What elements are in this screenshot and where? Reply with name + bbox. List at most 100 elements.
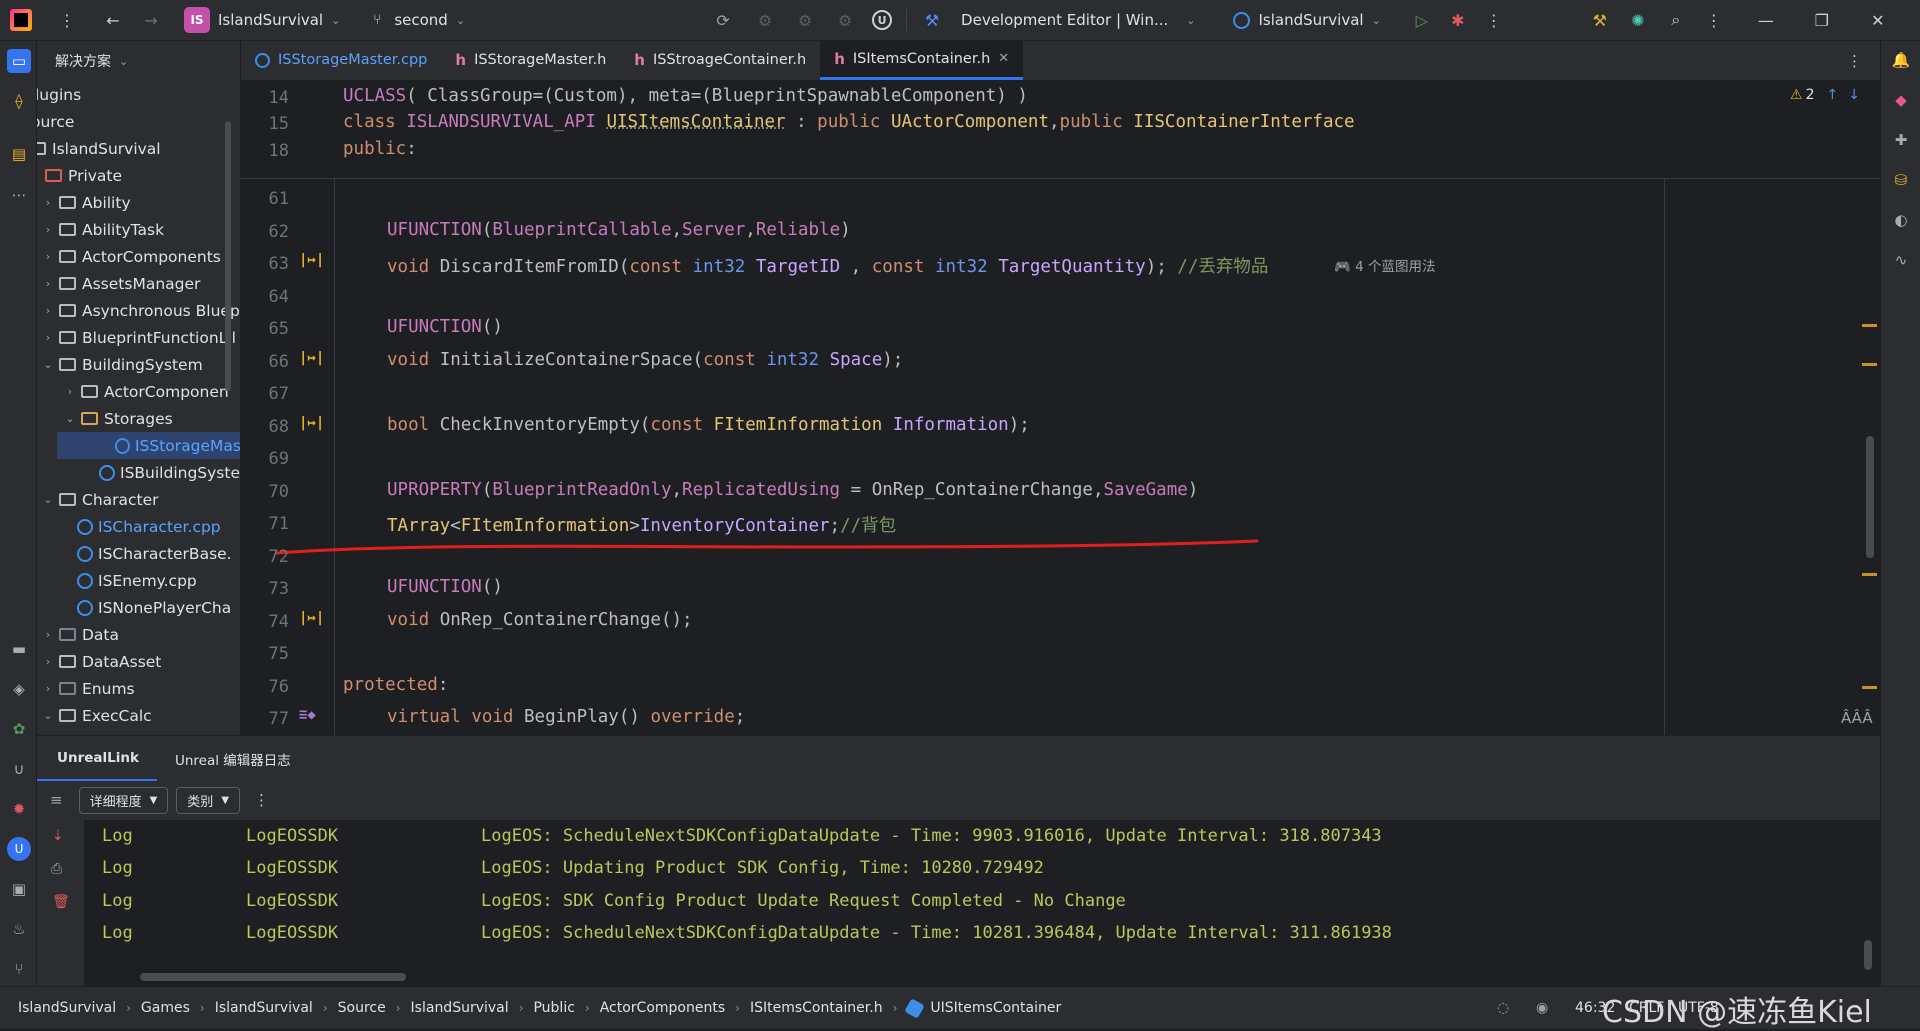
breadcrumb-item[interactable]: IslandSurvival (411, 1000, 509, 1016)
tree-item-abilitytask[interactable]: › AbilityTask (41, 216, 240, 243)
close-window-icon[interactable]: ✕ (1867, 0, 1889, 41)
bookmarks-icon[interactable]: ▬ (7, 637, 31, 661)
print-icon[interactable]: ⎙ (51, 861, 62, 877)
warnings-indicator[interactable]: ⚠ 2 ↑ ↓ (1790, 87, 1860, 103)
close-icon[interactable]: ✕ (998, 51, 1009, 66)
arrow-down-icon[interactable]: ↓ (1848, 87, 1860, 103)
tree-item-actorcomponents[interactable]: › ActorComponents (41, 243, 240, 270)
tools-icon[interactable]: ⚒ (1589, 0, 1611, 41)
notifications-icon[interactable]: ♨ (7, 917, 31, 941)
error-stripe-mark[interactable] (1862, 363, 1877, 366)
tab-isstoragemaster-cpp[interactable]: ISStorageMaster.cpp (241, 40, 441, 80)
category-dropdown[interactable]: 类别 ▼ (176, 786, 241, 814)
tab-unreallink[interactable]: UnrealLink (37, 736, 157, 781)
arrow-up-icon[interactable]: ↑ (1826, 87, 1838, 103)
target-selector[interactable]: IslandSurvival ⌄ (1233, 0, 1381, 41)
structure-icon[interactable]: ▤ (7, 142, 31, 166)
error-stripe-mark[interactable] (1862, 686, 1877, 689)
tab-unreal-editor-log[interactable]: Unreal 编辑器日志 (157, 736, 309, 781)
palette-icon[interactable]: ◐ (1890, 209, 1912, 231)
tree-item-dataasset[interactable]: › DataAsset (41, 648, 240, 675)
tree-item-ischaracter-cpp[interactable]: ISCharacter.cpp (73, 513, 240, 540)
problems-icon[interactable]: ✹ (7, 797, 31, 821)
project-selector[interactable]: IS IslandSurvival ⌄ (184, 0, 340, 41)
maximize-icon[interactable]: ❐ (1811, 0, 1833, 41)
ai-assistant-icon[interactable]: ✺ (1627, 0, 1649, 41)
run-icon[interactable]: ▷ (1411, 0, 1433, 41)
wrap-lines-icon[interactable]: ≡ (50, 791, 63, 809)
main-menu-icon[interactable]: ⋮ (56, 0, 78, 41)
tree-item-asynchronous[interactable]: › Asynchronous Bluep (41, 297, 240, 324)
ai-chat-icon[interactable]: ◆ (1890, 89, 1912, 111)
tabs-menu-icon[interactable]: ⋮ (1847, 41, 1862, 81)
services-icon[interactable]: ✿ (7, 717, 31, 741)
refresh-icon[interactable]: ⟳ (712, 0, 734, 41)
notifications-bell-icon[interactable]: 🔔 (1890, 49, 1912, 71)
run-config-selector[interactable]: Development Editor | Win... ⌄ (961, 0, 1195, 41)
database-icon[interactable]: ⛁ (1890, 169, 1912, 191)
tree-item-storages[interactable]: ⌄ Storages (63, 405, 240, 432)
unreal-link-icon[interactable]: U (7, 837, 31, 861)
breadcrumb-item[interactable]: IslandSurvival (215, 1000, 313, 1016)
tree-item-actorcomponents-sub[interactable]: › ActorComponen (63, 378, 240, 405)
reader-mode-icon[interactable]: ÂÂÂ (1841, 709, 1873, 727)
background-tasks-icon[interactable]: ◌ (1497, 1000, 1509, 1016)
code-editor[interactable]: 14 UCLASS( ClassGroup=(Custom), meta=(Bl… (241, 81, 1880, 735)
breadcrumb-item[interactable]: Source (338, 1000, 386, 1016)
log-vertical-scrollbar[interactable] (1864, 940, 1872, 970)
tab-isitemscontainer-h[interactable]: h ISItemsContainer.h ✕ (820, 40, 1024, 80)
override-icon[interactable]: ≡◆ (299, 707, 316, 723)
error-stripe-mark[interactable] (1862, 573, 1877, 576)
tree-item-private[interactable]: Private (41, 162, 240, 189)
tree-item-execcalc[interactable]: ⌄ ExecCalc (41, 702, 240, 729)
tree-scrollbar[interactable] (225, 121, 231, 391)
profiler-icon[interactable]: ∿ (1890, 249, 1912, 271)
tree-item-isnoneplayercharacter[interactable]: ISNonePlayerCha (73, 594, 240, 621)
tree-item-plugins[interactable]: lugins (37, 81, 239, 108)
tab-isstroagecontainer-h[interactable]: h ISStroageContainer.h (620, 40, 820, 80)
project-view-icon[interactable]: ▭ (7, 49, 31, 73)
cancel-build-icon[interactable]: ⚙ (834, 0, 856, 41)
tree-item-buildingsystem[interactable]: ⌄ BuildingSystem (41, 351, 240, 378)
error-stripe-mark[interactable] (1862, 324, 1877, 327)
more-icon[interactable]: ⋮ (1483, 0, 1505, 41)
tree-item-ischaracterbase[interactable]: ISCharacterBase. (73, 540, 240, 567)
clear-log-icon[interactable]: 🗑 (52, 894, 70, 910)
branch-selector[interactable]: ⑂ second ⌄ (366, 0, 465, 41)
eye-icon[interactable]: ◉ (1536, 1000, 1548, 1016)
tree-item-data[interactable]: › Data (41, 621, 240, 648)
implementation-icon[interactable]: |↦| (299, 610, 324, 626)
breadcrumb-item[interactable]: ISItemsContainer.h (750, 1000, 883, 1016)
tree-item-enums[interactable]: › Enums (41, 675, 240, 702)
tree-item-isstoragemaster[interactable]: ISStorageMas (57, 432, 240, 459)
tree-item-source[interactable]: ource (37, 108, 235, 135)
commit-icon[interactable]: ⟠ (7, 89, 31, 113)
breadcrumb-item[interactable]: UISItemsContainer (930, 1000, 1061, 1016)
forward-icon[interactable]: → (140, 0, 162, 41)
editor-scrollbar[interactable] (1866, 436, 1874, 558)
breadcrumb-item[interactable]: IslandSurvival (18, 1000, 116, 1016)
log-horizontal-scrollbar[interactable] (140, 973, 406, 981)
tree-item-islandsurvival[interactable]: IslandSurvival (37, 135, 233, 162)
tree-item-assetsmanager[interactable]: › AssetsManager (41, 270, 240, 297)
tab-isstoragemaster-h[interactable]: h ISStorageMaster.h (441, 40, 620, 80)
tree-item-ability[interactable]: › Ability (41, 189, 240, 216)
more-options-icon[interactable]: ⋮ (254, 791, 269, 809)
log-output[interactable]: Log LogEOSSDK LogEOS: ScheduleNextSDKConfi… (84, 820, 1880, 987)
settings-icon[interactable]: ⋮ (1703, 0, 1725, 41)
tree-item-blueprintfunctionlib[interactable]: › BlueprintFunctionLil (41, 324, 240, 351)
debug-icon[interactable]: ✱ (1447, 0, 1469, 41)
build-icon[interactable]: ⚙ (754, 0, 776, 41)
back-icon[interactable]: ← (102, 0, 124, 41)
git-icon[interactable]: ⑂ (7, 957, 31, 981)
tree-item-isbuildingsystem[interactable]: ISBuildingSystem (95, 459, 240, 486)
rebuild-icon[interactable]: ⚙ (794, 0, 816, 41)
breadcrumb-item[interactable]: ActorComponents (600, 1000, 725, 1016)
solution-header[interactable]: 解决方案 ⌄ (37, 41, 240, 81)
magnet-icon[interactable]: ∪ (7, 757, 31, 781)
tree-item-character[interactable]: ⌄ Character (41, 486, 240, 513)
layers-icon[interactable]: ◈ (7, 677, 31, 701)
more-tools-icon[interactable]: ⋯ (7, 183, 31, 207)
unreal-icon[interactable]: U (872, 0, 893, 41)
scroll-to-end-icon[interactable]: ⇣ (52, 828, 64, 844)
